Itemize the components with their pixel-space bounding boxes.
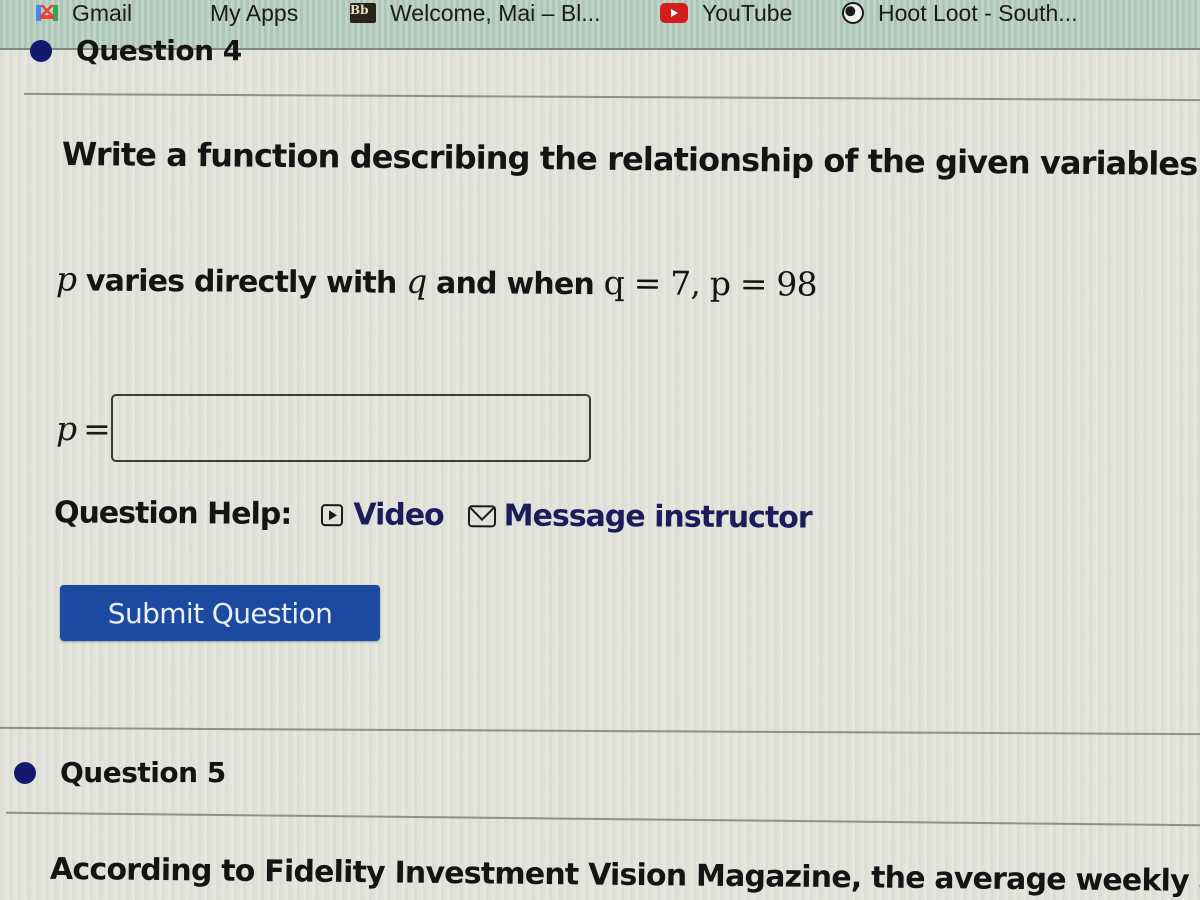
- condition-q: q = 7,: [603, 263, 710, 303]
- question-help: Question Help: Video Message instructor: [54, 495, 836, 535]
- bookmark-gmail[interactable]: Gmail: [36, 0, 132, 28]
- variable-p: p: [55, 259, 77, 299]
- bookmark-label: My Apps: [210, 0, 299, 26]
- problem-text: and when: [426, 265, 604, 303]
- problem-statement: p varies directly with q and when q = 7,…: [56, 259, 817, 303]
- message-instructor-label: Message instructor: [503, 498, 812, 536]
- question-5-text: According to Fidelity Investment Vision …: [49, 851, 1200, 900]
- divider: [24, 92, 1200, 102]
- bookmark-youtube[interactable]: YouTube: [660, 0, 792, 28]
- bookmark-hoot-loot[interactable]: Hoot Loot - South...: [842, 0, 1077, 28]
- globe-icon: [842, 2, 864, 24]
- my-apps-icon: [168, 1, 196, 25]
- divider: [0, 726, 1200, 736]
- bookmark-blackboard[interactable]: Bb Welcome, Mai – Bl...: [350, 0, 600, 28]
- question-prompt: Write a function describing the relation…: [61, 134, 1200, 184]
- question-status-icon: [14, 761, 36, 784]
- bookmark-label: Gmail: [72, 0, 133, 26]
- question-help-label: Question Help:: [53, 495, 292, 532]
- bookmark-my-apps[interactable]: My Apps: [168, 0, 298, 28]
- divider: [6, 811, 1200, 827]
- question-5-title: Question 5: [60, 756, 226, 789]
- video-label: Video: [353, 497, 444, 533]
- question-4-title: Question 4: [76, 34, 242, 67]
- youtube-icon: [660, 3, 688, 23]
- bookmark-label: Hoot Loot - South...: [878, 0, 1078, 26]
- mail-icon: [467, 504, 496, 527]
- question-4-header[interactable]: Question 4: [30, 34, 242, 67]
- video-link[interactable]: Video: [321, 497, 444, 533]
- bookmark-label: YouTube: [702, 0, 793, 26]
- blackboard-icon: Bb: [350, 3, 376, 23]
- gmail-icon: [36, 5, 58, 21]
- submit-question-button[interactable]: Submit Question: [60, 585, 380, 641]
- condition-p: p = 98: [709, 263, 817, 304]
- problem-text: varies directly with: [76, 263, 407, 301]
- message-instructor-link[interactable]: Message instructor: [467, 498, 812, 536]
- bookmark-label: Welcome, Mai – Bl...: [390, 0, 601, 26]
- question-5-header[interactable]: Question 5: [14, 756, 226, 789]
- equals-sign: =: [83, 408, 111, 448]
- variable-q: q: [406, 261, 427, 301]
- video-icon: [321, 503, 344, 526]
- question-status-icon: [30, 39, 52, 62]
- answer-row: p =: [56, 394, 591, 462]
- answer-label: p: [56, 408, 78, 448]
- answer-input[interactable]: [110, 394, 591, 462]
